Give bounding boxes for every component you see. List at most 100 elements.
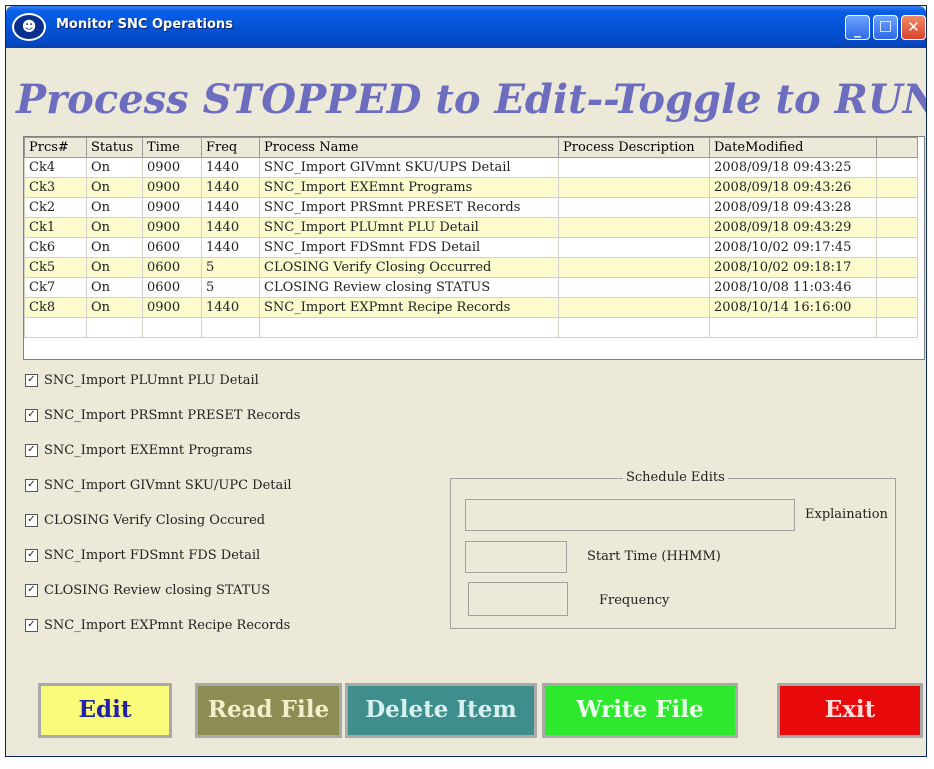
- column-header-process-description[interactable]: Process Description: [558, 137, 710, 158]
- cell-prcs: Ck6: [24, 237, 87, 258]
- cell-empty: [558, 317, 710, 338]
- start-time-label: Start Time (HHMM): [587, 549, 721, 564]
- cell-date-modified: 2008/09/18 09:43:25: [709, 157, 877, 178]
- checkbox-item[interactable]: ✓ SNC_Import GIVmnt SKU/UPC Detail: [25, 478, 292, 496]
- table-row[interactable]: Ck5 On 0600 5 CLOSING Verify Closing Occ…: [24, 257, 918, 278]
- explanation-input[interactable]: [465, 499, 795, 531]
- cell-status: On: [86, 217, 143, 238]
- cell-date-modified: 2008/09/18 09:43:29: [709, 217, 877, 238]
- cell-extra: [876, 257, 918, 278]
- table-row[interactable]: Ck3 On 0900 1440 SNC_Import EXEmnt Progr…: [24, 177, 918, 198]
- cell-prcs: Ck7: [24, 277, 87, 298]
- start-time-input[interactable]: [465, 541, 567, 573]
- checkbox-checked-icon[interactable]: ✓: [25, 409, 38, 422]
- checkbox-item[interactable]: ✓ SNC_Import PRSmnt PRESET Records: [25, 408, 300, 426]
- read-file-button[interactable]: Read File: [195, 683, 342, 738]
- cell-status: On: [86, 297, 143, 318]
- checkbox-checked-icon[interactable]: ✓: [25, 584, 38, 597]
- cell-process-name: SNC_Import EXPmnt Recipe Records: [259, 297, 559, 318]
- edit-button[interactable]: Edit: [38, 683, 172, 738]
- checkbox-checked-icon[interactable]: ✓: [25, 479, 38, 492]
- frequency-label: Frequency: [599, 593, 670, 608]
- cell-time: 0600: [142, 257, 202, 278]
- checkbox-checked-icon[interactable]: ✓: [25, 444, 38, 457]
- minimize-button[interactable]: _: [845, 15, 870, 40]
- cell-freq: 5: [201, 257, 260, 278]
- table-row[interactable]: Ck1 On 0900 1440 SNC_Import PLUmnt PLU D…: [24, 217, 918, 238]
- checkbox-label: CLOSING Verify Closing Occured: [44, 513, 266, 528]
- column-header-process-name[interactable]: Process Name: [259, 137, 559, 158]
- table-row[interactable]: Ck7 On 0600 5 CLOSING Review closing STA…: [24, 277, 918, 298]
- cell-process-name: SNC_Import PRSmnt PRESET Records: [259, 197, 559, 218]
- cell-date-modified: 2008/10/08 11:03:46: [709, 277, 877, 298]
- cell-extra: [876, 217, 918, 238]
- checkbox-item[interactable]: ✓ SNC_Import EXPmnt Recipe Records: [25, 618, 290, 636]
- cell-process-description: [558, 277, 710, 298]
- column-header-freq[interactable]: Freq: [201, 137, 260, 158]
- write-file-button[interactable]: Write File: [542, 683, 738, 738]
- column-header-date-modified[interactable]: DateModified: [709, 137, 877, 158]
- delete-item-button[interactable]: Delete Item: [345, 683, 537, 738]
- cell-status: On: [86, 237, 143, 258]
- checkbox-label: SNC_Import FDSmnt FDS Detail: [44, 548, 261, 563]
- column-header-prcs[interactable]: Prcs#: [24, 137, 87, 158]
- cell-freq: 1440: [201, 197, 260, 218]
- cell-prcs: Ck8: [24, 297, 87, 318]
- cell-process-description: [558, 297, 710, 318]
- cell-process-name: SNC_Import PLUmnt PLU Detail: [259, 217, 559, 238]
- frequency-input[interactable]: [468, 582, 568, 616]
- window-title: Monitor SNC Operations: [56, 17, 233, 32]
- cell-process-description: [558, 237, 710, 258]
- cell-date-modified: 2008/09/18 09:43:26: [709, 177, 877, 198]
- checkbox-checked-icon[interactable]: ✓: [25, 514, 38, 527]
- checkbox-label: SNC_Import PLUmnt PLU Detail: [44, 373, 259, 388]
- cell-time: 0900: [142, 177, 202, 198]
- checkbox-checked-icon[interactable]: ✓: [25, 374, 38, 387]
- table-row[interactable]: Ck4 On 0900 1440 SNC_Import GIVmnt SKU/U…: [24, 157, 918, 178]
- cell-freq: 1440: [201, 177, 260, 198]
- cell-extra: [876, 177, 918, 198]
- column-header-status[interactable]: Status: [86, 137, 143, 158]
- title-bar[interactable]: ☻ Monitor SNC Operations _ □ ✕: [6, 6, 926, 48]
- process-table[interactable]: Prcs# Status Time Freq Process Name Proc…: [23, 136, 925, 360]
- table-row[interactable]: Ck6 On 0600 1440 SNC_Import FDSmnt FDS D…: [24, 237, 918, 258]
- column-header-time[interactable]: Time: [142, 137, 202, 158]
- cell-empty: [24, 317, 87, 338]
- checkbox-item[interactable]: ✓ SNC_Import FDSmnt FDS Detail: [25, 548, 260, 566]
- cell-time: 0900: [142, 197, 202, 218]
- table-row[interactable]: Ck8 On 0900 1440 SNC_Import EXPmnt Recip…: [24, 297, 918, 318]
- cell-empty: [876, 317, 918, 338]
- checkbox-label: SNC_Import EXPmnt Recipe Records: [44, 618, 291, 633]
- cell-time: 0900: [142, 157, 202, 178]
- cell-process-name: SNC_Import GIVmnt SKU/UPS Detail: [259, 157, 559, 178]
- checkbox-item[interactable]: ✓ SNC_Import PLUmnt PLU Detail: [25, 373, 259, 391]
- cell-status: On: [86, 277, 143, 298]
- checkbox-item[interactable]: ✓ SNC_Import EXEmnt Programs: [25, 443, 252, 461]
- checkbox-item[interactable]: ✓ CLOSING Verify Closing Occured: [25, 513, 265, 531]
- checkbox-label: SNC_Import PRSmnt PRESET Records: [44, 408, 301, 423]
- cell-freq: 1440: [201, 157, 260, 178]
- checkbox-checked-icon[interactable]: ✓: [25, 549, 38, 562]
- cell-status: On: [86, 177, 143, 198]
- close-button[interactable]: ✕: [901, 15, 926, 40]
- cell-date-modified: 2008/10/14 16:16:00: [709, 297, 877, 318]
- cell-prcs: Ck3: [24, 177, 87, 198]
- maximize-button[interactable]: □: [873, 15, 898, 40]
- cell-prcs: Ck1: [24, 217, 87, 238]
- cell-freq: 1440: [201, 217, 260, 238]
- cell-process-name: CLOSING Verify Closing Occurred: [259, 257, 559, 278]
- cell-extra: [876, 197, 918, 218]
- cell-time: 0600: [142, 277, 202, 298]
- exit-button[interactable]: Exit: [777, 683, 923, 738]
- checkbox-item[interactable]: ✓ CLOSING Review closing STATUS: [25, 583, 270, 601]
- table-row[interactable]: Ck2 On 0900 1440 SNC_Import PRSmnt PRESE…: [24, 197, 918, 218]
- table-row-empty[interactable]: [24, 317, 918, 338]
- checkbox-label: SNC_Import EXEmnt Programs: [44, 443, 253, 458]
- cell-empty: [86, 317, 143, 338]
- cell-prcs: Ck2: [24, 197, 87, 218]
- cell-extra: [876, 157, 918, 178]
- cell-process-name: SNC_Import EXEmnt Programs: [259, 177, 559, 198]
- checkbox-checked-icon[interactable]: ✓: [25, 619, 38, 632]
- cell-process-description: [558, 197, 710, 218]
- cell-freq: 1440: [201, 297, 260, 318]
